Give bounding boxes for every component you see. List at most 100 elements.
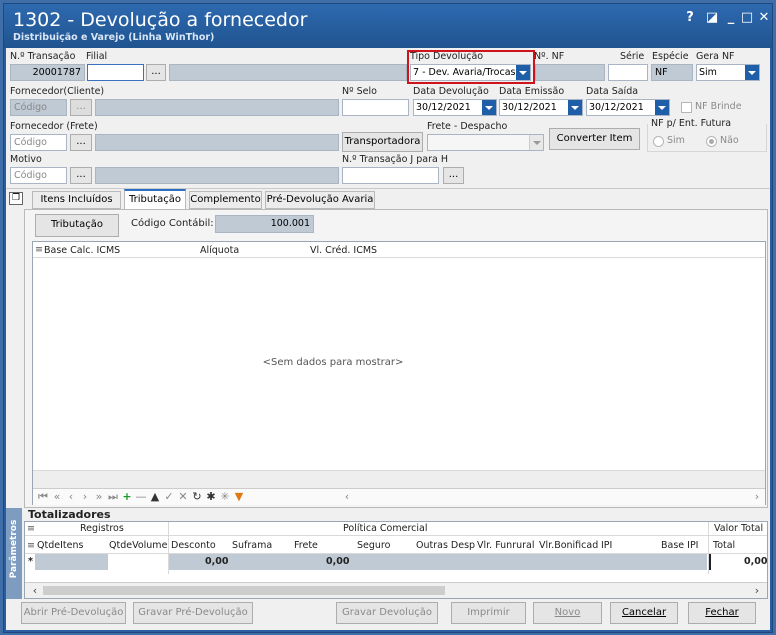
grid-header: [33, 242, 765, 258]
column-header[interactable]: Suframa: [232, 540, 272, 551]
calendar-dropdown-icon[interactable]: [568, 100, 582, 115]
column-header[interactable]: Total: [713, 540, 735, 551]
scroll-left-icon[interactable]: ‹: [339, 490, 355, 504]
gera-nf-select[interactable]: Sim: [696, 64, 760, 81]
column-chooser-icon[interactable]: ≡: [35, 244, 43, 255]
maximize-icon[interactable]: □: [739, 10, 755, 25]
column-header[interactable]: Vlr.Bonificad: [539, 540, 598, 551]
column-chooser-icon[interactable]: ≡: [27, 540, 35, 551]
converter-item-button[interactable]: Converter Item: [549, 128, 640, 150]
transacao-para-lookup-button[interactable]: ...: [443, 167, 464, 184]
column-header[interactable]: Frete: [294, 540, 318, 551]
gera-nf-label: Gera NF: [696, 51, 735, 62]
data-devolucao-picker[interactable]: 30/12/2021: [413, 99, 497, 116]
filter-icon[interactable]: ▼: [231, 490, 247, 504]
column-header[interactable]: Alíquota: [200, 245, 239, 256]
serie-label: Série: [620, 51, 645, 62]
minimize-icon[interactable]: _: [723, 10, 739, 25]
desconto-value: 0,00: [205, 556, 229, 567]
scrollbar-thumb[interactable]: [43, 586, 445, 595]
nf-brinde-checkbox[interactable]: [681, 102, 692, 113]
row-marker: *: [28, 556, 33, 567]
num-selo-input[interactable]: [342, 99, 409, 116]
gravar-devolucao-button[interactable]: Gravar Devolução: [336, 602, 438, 624]
qtde-itens-cell[interactable]: [35, 554, 108, 570]
filial-lookup-button[interactable]: ...: [146, 64, 166, 81]
data-saida-picker[interactable]: 30/12/2021: [586, 99, 670, 116]
column-chooser-icon[interactable]: ≡: [27, 523, 35, 534]
transacao-label: N.º Transação: [10, 51, 76, 62]
chevron-down-icon[interactable]: [529, 135, 543, 150]
fornecedor-cliente-code[interactable]: Código: [10, 99, 67, 116]
band-registros: Registros: [80, 523, 124, 534]
column-header[interactable]: Base Calc. ICMS: [44, 245, 120, 256]
column-header[interactable]: Desconto: [171, 540, 216, 551]
nf-ent-futura-nao-radio[interactable]: [706, 136, 717, 147]
frete-despacho-select[interactable]: [427, 134, 544, 151]
totalizadores-grid: ≡ Registros Política Comercial Valor Tot…: [24, 521, 768, 599]
grid-footer: [33, 470, 765, 488]
imprimir-button[interactable]: Imprimir: [451, 602, 526, 624]
app-window: 1302 - Devolução a fornecedor Distribuiç…: [3, 3, 773, 633]
tab-content: Tributação Código Contábil: 100.001 ≡ Ba…: [24, 209, 768, 508]
gravar-pre-devolucao-button[interactable]: Gravar Pré-Devolução: [133, 602, 253, 624]
scroll-right-icon[interactable]: ›: [749, 584, 765, 598]
transacao-para-input[interactable]: [342, 167, 439, 184]
serie-input[interactable]: [608, 64, 648, 81]
motivo-lookup-button[interactable]: ...: [70, 167, 92, 184]
nf-ent-futura-nao-label: Não: [720, 135, 739, 146]
parametros-label: Parâmetros: [9, 519, 19, 579]
fornecedor-cliente-name: [95, 99, 339, 116]
abrir-pre-devolucao-button[interactable]: Abrir Pré-Devolução: [21, 602, 126, 624]
chevron-down-icon[interactable]: [745, 65, 759, 80]
politica-comercial-cells[interactable]: [169, 554, 707, 570]
restore-icon[interactable]: ◪: [704, 10, 720, 25]
column-header[interactable]: QtdeItens: [37, 540, 83, 551]
motivo-code[interactable]: Código: [10, 167, 67, 184]
data-saida-value: 30/12/2021: [589, 102, 644, 113]
tributacao-button[interactable]: Tributação: [35, 214, 119, 237]
fornecedor-frete-lookup-button[interactable]: ...: [70, 134, 92, 151]
scroll-right-icon[interactable]: ›: [749, 490, 765, 504]
column-header[interactable]: IPI: [601, 540, 612, 551]
novo-button[interactable]: Novo: [533, 602, 602, 624]
grid-navigator: ⏮ « ‹ › » ⏭ + — ▲ ✓ ✕ ↻ ✱ ✳ ▼ ‹ ›: [33, 488, 765, 505]
calendar-dropdown-icon[interactable]: [655, 100, 669, 115]
help-icon[interactable]: ?: [682, 10, 698, 25]
codigo-contabil-label: Código Contábil:: [131, 218, 214, 229]
fornecedor-cliente-label: Fornecedor(Cliente): [10, 86, 105, 97]
column-header[interactable]: QtdeVolume: [109, 540, 167, 551]
column-header[interactable]: Seguro: [357, 540, 390, 551]
title-bar: 1302 - Devolução a fornecedor Distribuiç…: [4, 4, 772, 48]
tab-complemento[interactable]: Complemento: [189, 191, 262, 209]
scroll-left-icon[interactable]: ‹: [27, 584, 43, 598]
fornecedor-frete-label: Fornecedor (Frete): [10, 121, 98, 132]
fornecedor-frete-code[interactable]: Código: [10, 134, 67, 151]
filial-input[interactable]: [87, 64, 144, 81]
fornecedor-cliente-lookup-button[interactable]: ...: [70, 99, 92, 116]
tab-pre-devolucao-avaria[interactable]: Pré-Devolução Avaria: [265, 191, 375, 209]
nf-ent-futura-sim-radio[interactable]: [653, 136, 664, 147]
transportadora-button[interactable]: Transportadora: [342, 132, 423, 152]
motivo-label: Motivo: [10, 154, 42, 165]
window-title: 1302 - Devolução a fornecedor: [13, 9, 308, 31]
float-panel-icon[interactable]: ❐: [9, 192, 23, 205]
cancelar-button[interactable]: Cancelar: [610, 602, 678, 624]
tab-itens-incluidos[interactable]: Itens Incluídos: [32, 191, 121, 209]
frete-value: 0,00: [326, 556, 350, 567]
data-devolucao-value: 30/12/2021: [416, 102, 471, 113]
close-icon[interactable]: ✕: [756, 10, 772, 25]
data-devolucao-label: Data Devolução: [413, 86, 489, 97]
especie-label: Espécie: [652, 51, 689, 62]
column-header[interactable]: Base IPI: [661, 540, 699, 551]
horizontal-scrollbar[interactable]: ‹ ›: [25, 582, 767, 598]
fechar-button[interactable]: Fechar: [688, 602, 756, 624]
divider: [6, 188, 770, 189]
column-header[interactable]: Outras Desp: [416, 540, 475, 551]
tab-tributacao[interactable]: Tributação: [124, 189, 186, 210]
column-header[interactable]: Vl. Créd. ICMS: [310, 245, 377, 256]
parametros-sidebar[interactable]: Parâmetros: [6, 508, 22, 599]
calendar-dropdown-icon[interactable]: [482, 100, 496, 115]
column-header[interactable]: Vlr. Funrural: [477, 540, 535, 551]
data-emissao-picker[interactable]: 30/12/2021: [499, 99, 583, 116]
